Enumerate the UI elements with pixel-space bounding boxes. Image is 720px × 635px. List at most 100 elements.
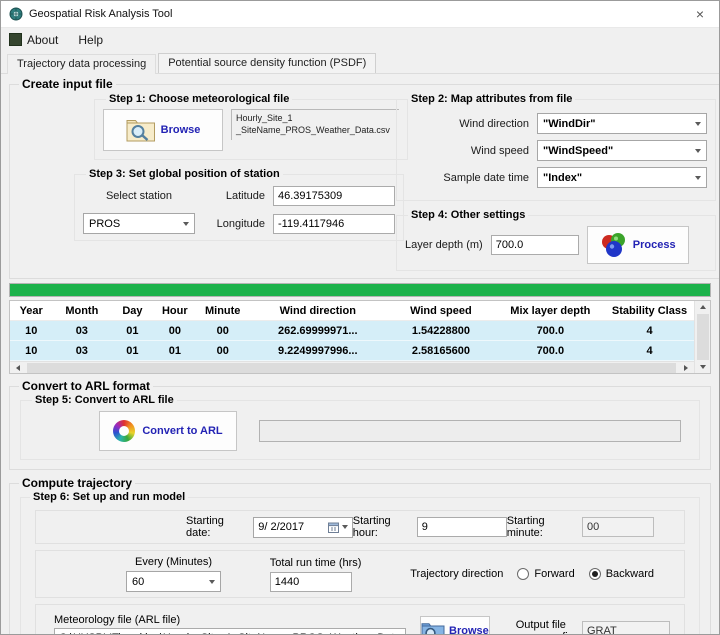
cell-wind-speed: 2.58165600 xyxy=(386,345,495,357)
browse-met-file-label: Browse xyxy=(161,124,201,136)
chosen-file-name: Hourly_Site_1 _SiteName_PROS_Weather_Dat… xyxy=(231,109,399,140)
col-header-month[interactable]: Month xyxy=(52,305,111,317)
wind-speed-select[interactable]: "WindSpeed" xyxy=(537,140,707,161)
longitude-label: Longitude xyxy=(203,218,265,230)
col-header-wind-direction[interactable]: Wind direction xyxy=(249,305,386,317)
close-icon[interactable]: × xyxy=(683,2,717,26)
scroll-left-icon[interactable] xyxy=(10,362,26,374)
group-create-input-file: Create input file Step 1: Choose meteoro… xyxy=(9,77,720,279)
output-prefix-field[interactable] xyxy=(582,621,670,635)
col-header-year[interactable]: Year xyxy=(10,305,52,317)
forward-radio[interactable]: Forward xyxy=(517,568,574,580)
longitude-field[interactable] xyxy=(273,214,395,234)
chevron-down-icon xyxy=(695,122,701,126)
cell-wind-direction: 9.2249997996... xyxy=(249,345,386,357)
browse-arl-file-button[interactable]: Browse xyxy=(420,616,490,635)
starting-hour-field[interactable] xyxy=(417,517,507,537)
group-step2: Step 2: Map attributes from file Wind di… xyxy=(396,93,716,201)
trajectory-direction-label: Trajectory direction xyxy=(410,568,503,580)
forward-radio-label: Forward xyxy=(534,568,574,580)
title-bar[interactable]: Geospatial Risk Analysis Tool × xyxy=(1,1,719,27)
met-file-field[interactable] xyxy=(54,628,406,635)
layer-depth-field[interactable] xyxy=(491,235,579,255)
every-minutes-value: 60 xyxy=(132,576,205,588)
station-select[interactable]: PROS xyxy=(83,213,195,234)
browse-arl-file-label: Browse xyxy=(449,625,489,635)
step3-title: Step 3: Set global position of station xyxy=(86,168,283,180)
radio-unchecked-icon xyxy=(517,568,529,580)
calendar-icon xyxy=(328,522,339,533)
cell-year: 10 xyxy=(10,325,52,337)
cell-hour: 01 xyxy=(154,345,196,357)
horizontal-scrollbar[interactable] xyxy=(10,361,694,373)
chevron-down-icon xyxy=(183,222,189,226)
menu-item-help[interactable]: Help xyxy=(78,33,103,47)
group-step6: Step 6: Set up and run model Starting da… xyxy=(20,491,700,635)
select-station-label: Select station xyxy=(83,190,195,202)
col-header-stability-class[interactable]: Stability Class xyxy=(605,305,694,317)
horizontal-scrollbar-thumb[interactable] xyxy=(27,363,676,373)
help-menu-label: Help xyxy=(78,33,103,47)
backward-radio[interactable]: Backward xyxy=(589,568,654,580)
col-header-hour[interactable]: Hour xyxy=(154,305,196,317)
cell-minute: 00 xyxy=(196,325,249,337)
station-select-value: PROS xyxy=(89,218,179,230)
weather-data-grid: Year Month Day Hour Minute Wind directio… xyxy=(9,300,711,374)
folder-search-icon xyxy=(126,117,156,144)
starting-minute-field[interactable] xyxy=(582,517,654,537)
col-header-day[interactable]: Day xyxy=(111,305,153,317)
step1-title: Step 1: Choose meteorological file xyxy=(106,93,292,105)
latitude-field[interactable] xyxy=(273,186,395,206)
sample-date-time-label: Sample date time xyxy=(429,172,529,184)
chevron-down-icon xyxy=(695,176,701,180)
scroll-down-icon[interactable] xyxy=(695,361,711,373)
group-create-input-title: Create input file xyxy=(19,77,116,91)
table-row[interactable]: 10 03 01 00 00 262.69999971... 1.5422880… xyxy=(10,321,694,341)
col-header-minute[interactable]: Minute xyxy=(196,305,249,317)
col-header-mix-layer-depth[interactable]: Mix layer depth xyxy=(496,305,605,317)
cell-stability-class: 4 xyxy=(605,325,694,337)
tab-page: Create input file Step 1: Choose meteoro… xyxy=(1,73,719,635)
tab-trajectory-data-processing[interactable]: Trajectory data processing xyxy=(7,54,156,74)
cell-day: 01 xyxy=(111,345,153,357)
about-menu-icon xyxy=(9,33,22,46)
chosen-file-line1: Hourly_Site_1 xyxy=(236,112,395,124)
process-button[interactable]: Process xyxy=(587,226,689,264)
scroll-up-icon[interactable] xyxy=(695,301,711,313)
app-icon xyxy=(9,7,23,21)
step5-title: Step 5: Convert to ARL file xyxy=(32,394,177,406)
latitude-label: Latitude xyxy=(203,190,265,202)
group-step5: Step 5: Convert to ARL file Convert to A… xyxy=(20,394,700,460)
backward-radio-label: Backward xyxy=(606,568,654,580)
starting-minute-label: Starting minute: xyxy=(507,515,577,539)
total-run-time-field[interactable] xyxy=(270,572,352,592)
table-row[interactable]: 10 03 01 01 00 9.2249997996... 2.5816560… xyxy=(10,341,694,361)
radio-checked-icon xyxy=(589,568,601,580)
scroll-right-icon[interactable] xyxy=(678,362,694,374)
output-prefix-label: Output file name prefix xyxy=(516,619,574,635)
group-compute-trajectory: Compute trajectory Step 6: Set up and ru… xyxy=(9,476,711,635)
layer-depth-label: Layer depth (m) xyxy=(405,239,483,251)
menu-item-about[interactable]: About xyxy=(9,33,58,47)
wind-direction-value: "WindDir" xyxy=(543,118,691,130)
vertical-scrollbar-thumb[interactable] xyxy=(697,314,709,360)
browse-met-file-button[interactable]: Browse xyxy=(103,109,223,151)
every-minutes-label: Every (Minutes) xyxy=(126,556,221,568)
tab-psdf[interactable]: Potential source density function (PSDF) xyxy=(158,53,376,73)
starting-date-label: Starting date: xyxy=(186,515,248,539)
app-window: Geospatial Risk Analysis Tool × About He… xyxy=(0,0,720,635)
wind-direction-select[interactable]: "WindDir" xyxy=(537,113,707,134)
cell-day: 01 xyxy=(111,325,153,337)
starting-date-picker[interactable]: 9/ 2/2017 xyxy=(253,517,352,538)
cell-mix-layer-depth: 700.0 xyxy=(496,345,605,357)
cell-month: 03 xyxy=(52,345,111,357)
col-header-wind-speed[interactable]: Wind speed xyxy=(386,305,495,317)
vertical-scrollbar[interactable] xyxy=(694,301,710,373)
sample-date-time-select[interactable]: "Index" xyxy=(537,167,707,188)
convert-to-arl-button[interactable]: Convert to ARL xyxy=(99,411,237,451)
every-minutes-select[interactable]: 60 xyxy=(126,571,221,592)
cell-wind-direction: 262.69999971... xyxy=(249,325,386,337)
starting-hour-label: Starting hour: xyxy=(353,515,412,539)
cell-year: 10 xyxy=(10,345,52,357)
group-step1: Step 1: Choose meteorological file xyxy=(94,93,408,160)
